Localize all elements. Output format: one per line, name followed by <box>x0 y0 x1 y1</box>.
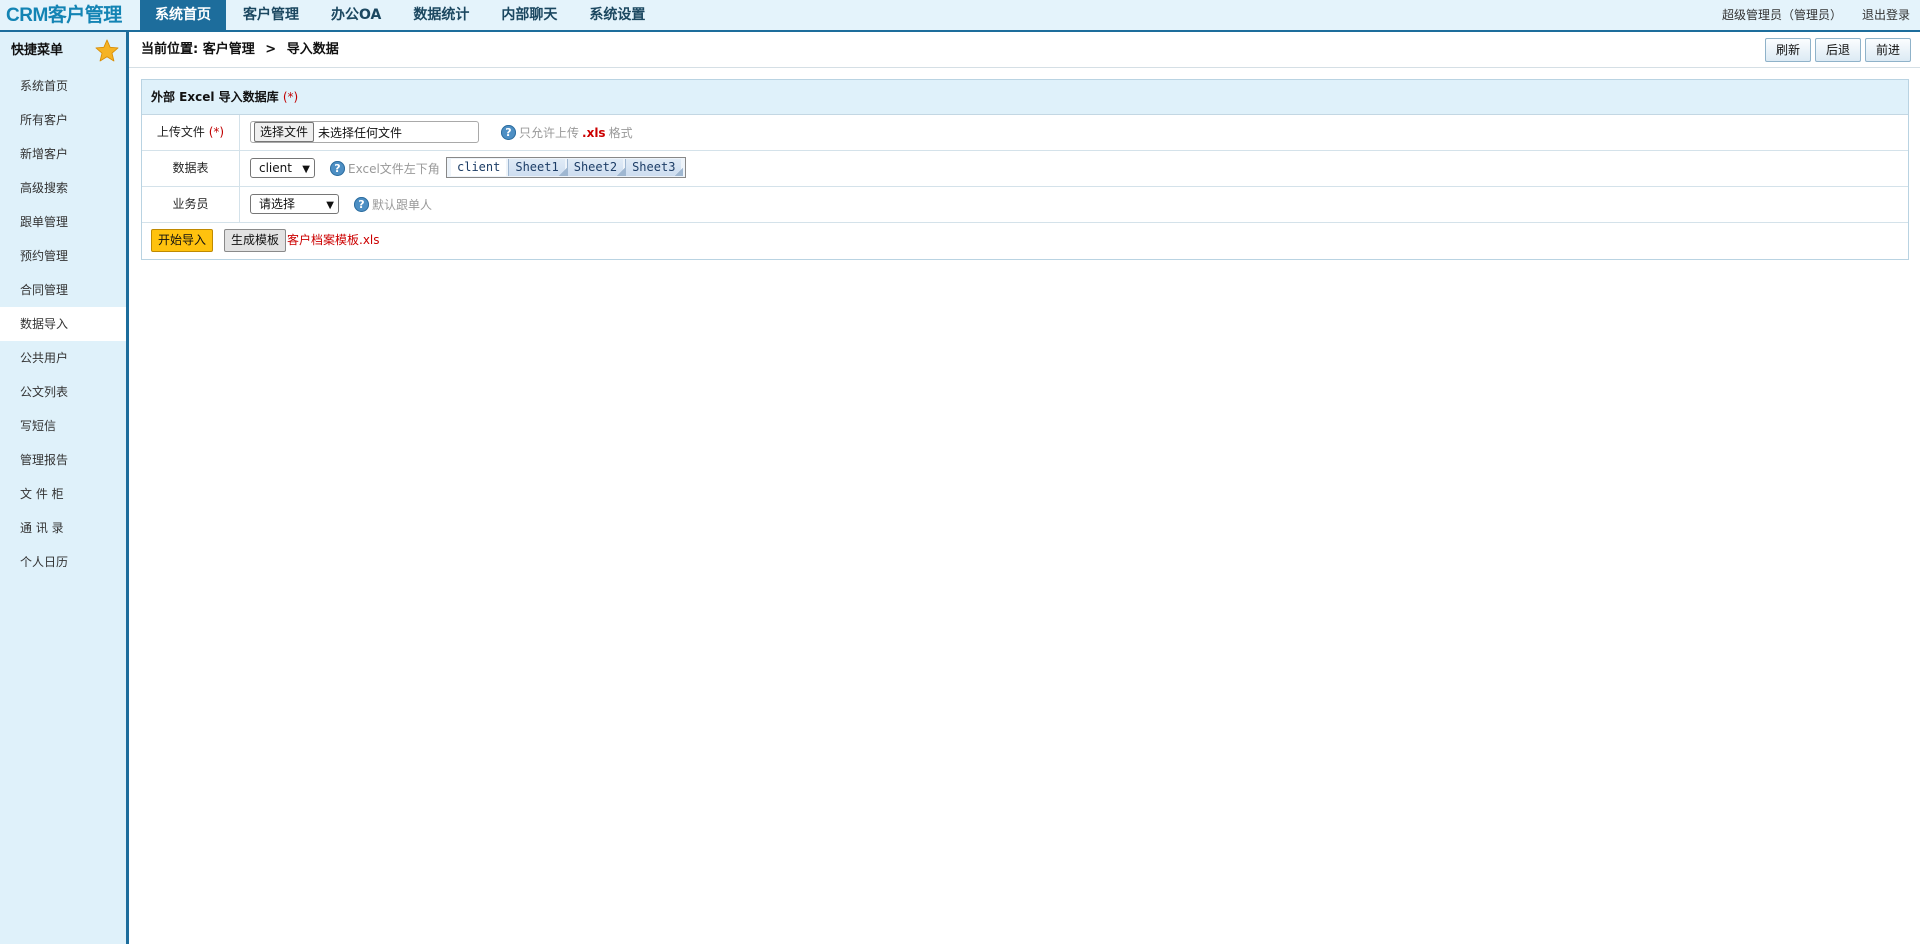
sheet-tab-sheet2: Sheet2 <box>566 159 626 176</box>
tab-home[interactable]: 系统首页 <box>140 0 226 30</box>
back-button[interactable]: 后退 <box>1814 38 1861 62</box>
upload-help-ext: .xls <box>582 125 606 140</box>
sidebar-item-file-cabinet[interactable]: 文 件 柜 <box>0 477 126 511</box>
tab-office-oa[interactable]: 办公OA <box>316 0 396 30</box>
tab-corner-icon <box>617 168 626 176</box>
salesperson-help-text: 默认跟单人 <box>372 198 433 212</box>
chevron-down-icon: ▼ <box>326 200 334 211</box>
salesperson-help: ? 默认跟单人 <box>354 196 432 213</box>
import-panel: 外部 Excel 导入数据库 (*) 上传文件 (*) 选择文件 未选择任何文件… <box>141 79 1909 260</box>
salesperson-body: 请选择 ▼ ? 默认跟单人 <box>240 187 1908 222</box>
panel-required-mark: (*) <box>282 90 299 104</box>
star-icon <box>95 39 119 62</box>
breadcrumb-page: 导入数据 <box>286 42 339 57</box>
sheet-tab-sheet1: Sheet1 <box>508 159 567 176</box>
generate-template-button[interactable]: 生成模板 <box>224 229 287 252</box>
table-row-datatable: 数据表 client ▼ ? Excel文件左下角 client Sheet1 … <box>142 151 1908 187</box>
datatable-help-text: Excel文件左下角 <box>348 162 440 176</box>
sidebar-item-advanced-search[interactable]: 高级搜索 <box>0 171 126 205</box>
logout-link[interactable]: 退出登录 <box>1862 0 1910 30</box>
sidebar-item-contacts[interactable]: 通 讯 录 <box>0 511 126 545</box>
upload-label-text: 上传文件 <box>156 125 205 139</box>
tab-system-settings[interactable]: 系统设置 <box>574 0 660 30</box>
salesperson-select[interactable]: 请选择 ▼ <box>250 194 339 214</box>
breadcrumb: 当前位置: 客户管理 > 导入数据 <box>141 32 339 68</box>
sidebar-item-documents[interactable]: 公文列表 <box>0 375 126 409</box>
chevron-down-icon: ▼ <box>302 164 310 175</box>
refresh-button[interactable]: 刷新 <box>1764 38 1811 62</box>
start-import-button[interactable]: 开始导入 <box>151 229 214 252</box>
sidebar-item-new-customer[interactable]: 新增客户 <box>0 137 126 171</box>
tab-corner-icon <box>558 168 567 176</box>
datatable-help: ? Excel文件左下角 <box>330 160 440 177</box>
breadcrumb-prefix: 当前位置: <box>141 42 199 57</box>
help-icon: ? <box>330 161 345 176</box>
template-file-link[interactable]: 客户档案模板.xls <box>287 223 380 258</box>
breadcrumb-separator: > <box>265 42 277 57</box>
datatable-label: 数据表 <box>142 151 240 186</box>
sidebar-item-calendar[interactable]: 个人日历 <box>0 545 126 579</box>
sidebar-title: 快捷菜单 <box>11 43 64 58</box>
help-icon: ? <box>501 125 516 140</box>
salesperson-select-value: 请选择 <box>259 197 296 211</box>
salesperson-row: 业务员 请选择 ▼ ? 默认跟单人 <box>142 187 1908 223</box>
panel-title-text: 外部 Excel 导入数据库 <box>151 90 279 104</box>
sidebar-item-data-import[interactable]: 数据导入 <box>0 307 126 341</box>
user-area: 超级管理员（管理员） 退出登录 <box>1702 0 1910 30</box>
upload-label: 上传文件 (*) <box>142 115 240 150</box>
tab-corner-icon <box>675 168 684 176</box>
panel-title: 外部 Excel 导入数据库 (*) <box>142 80 1908 115</box>
upload-help: ? 只允许上传 .xls 格式 <box>501 124 633 141</box>
sidebar-header: 快捷菜单 <box>0 32 126 69</box>
forward-button[interactable]: 前进 <box>1864 38 1911 62</box>
file-input[interactable]: 选择文件 未选择任何文件 <box>250 121 479 143</box>
upload-required-mark: (*) <box>208 125 225 139</box>
sidebar-item-all-customers[interactable]: 所有客户 <box>0 103 126 137</box>
sidebar-item-follow-up[interactable]: 跟单管理 <box>0 205 126 239</box>
user-name: 超级管理员（管理员） <box>1721 8 1842 22</box>
page-toolbar: 刷新 后退 前进 <box>1761 38 1911 62</box>
datatable-select-value: client <box>259 161 292 175</box>
tab-customers[interactable]: 客户管理 <box>228 0 314 30</box>
breadcrumb-bar: 当前位置: 客户管理 > 导入数据 刷新 后退 前进 <box>129 32 1920 68</box>
file-name-text: 未选择任何文件 <box>318 125 403 140</box>
sidebar-item-home[interactable]: 系统首页 <box>0 69 126 103</box>
sheet-tab-label: Sheet3 <box>632 160 676 174</box>
salesperson-label: 业务员 <box>142 187 240 222</box>
sidebar-item-reports[interactable]: 管理报告 <box>0 443 126 477</box>
main-content: 当前位置: 客户管理 > 导入数据 刷新 后退 前进 外部 Excel 导入数据… <box>129 32 1920 944</box>
upload-body: 选择文件 未选择任何文件 ? 只允许上传 .xls 格式 <box>240 115 1908 150</box>
sidebar-item-appointments[interactable]: 预约管理 <box>0 239 126 273</box>
sidebar-item-public-users[interactable]: 公共用户 <box>0 341 126 375</box>
sheet-tab-label: Sheet1 <box>515 160 559 174</box>
sidebar-item-contracts[interactable]: 合同管理 <box>0 273 126 307</box>
app-logo[interactable]: CRM客户管理 <box>6 3 122 29</box>
sheet-tab-label: Sheet2 <box>573 160 618 174</box>
breadcrumb-section[interactable]: 客户管理 <box>203 42 255 57</box>
sheet-tab-sheet3: Sheet3 <box>625 159 684 176</box>
sidebar-item-sms[interactable]: 写短信 <box>0 409 126 443</box>
upload-help-suffix: 格式 <box>608 126 633 140</box>
sidebar: 快捷菜单 系统首页 所有客户 新增客户 高级搜索 跟单管理 预约管理 合同管理 … <box>0 32 129 944</box>
upload-help-prefix: 只允许上传 <box>519 126 580 140</box>
help-icon: ? <box>354 197 369 212</box>
datatable-body: client ▼ ? Excel文件左下角 client Sheet1 Shee… <box>240 151 1908 186</box>
tab-internal-chat[interactable]: 内部聊天 <box>486 0 572 30</box>
sheet-tab-client: client <box>451 159 507 176</box>
action-row: 开始导入 生成模板 客户档案模板.xls <box>142 223 1908 258</box>
excel-sheet-tabs: client Sheet1 Sheet2 Sheet3 <box>446 157 687 178</box>
tab-statistics[interactable]: 数据统计 <box>398 0 484 30</box>
choose-file-button[interactable]: 选择文件 <box>254 122 315 142</box>
upload-row: 上传文件 (*) 选择文件 未选择任何文件 ? 只允许上传 .xls 格式 <box>142 115 1908 151</box>
top-bar: CRM客户管理 系统首页 客户管理 办公OA 数据统计 内部聊天 系统设置 超级… <box>0 0 1920 32</box>
main-nav: 系统首页 客户管理 办公OA 数据统计 内部聊天 系统设置 <box>140 0 662 30</box>
datatable-select[interactable]: client ▼ <box>250 158 315 178</box>
